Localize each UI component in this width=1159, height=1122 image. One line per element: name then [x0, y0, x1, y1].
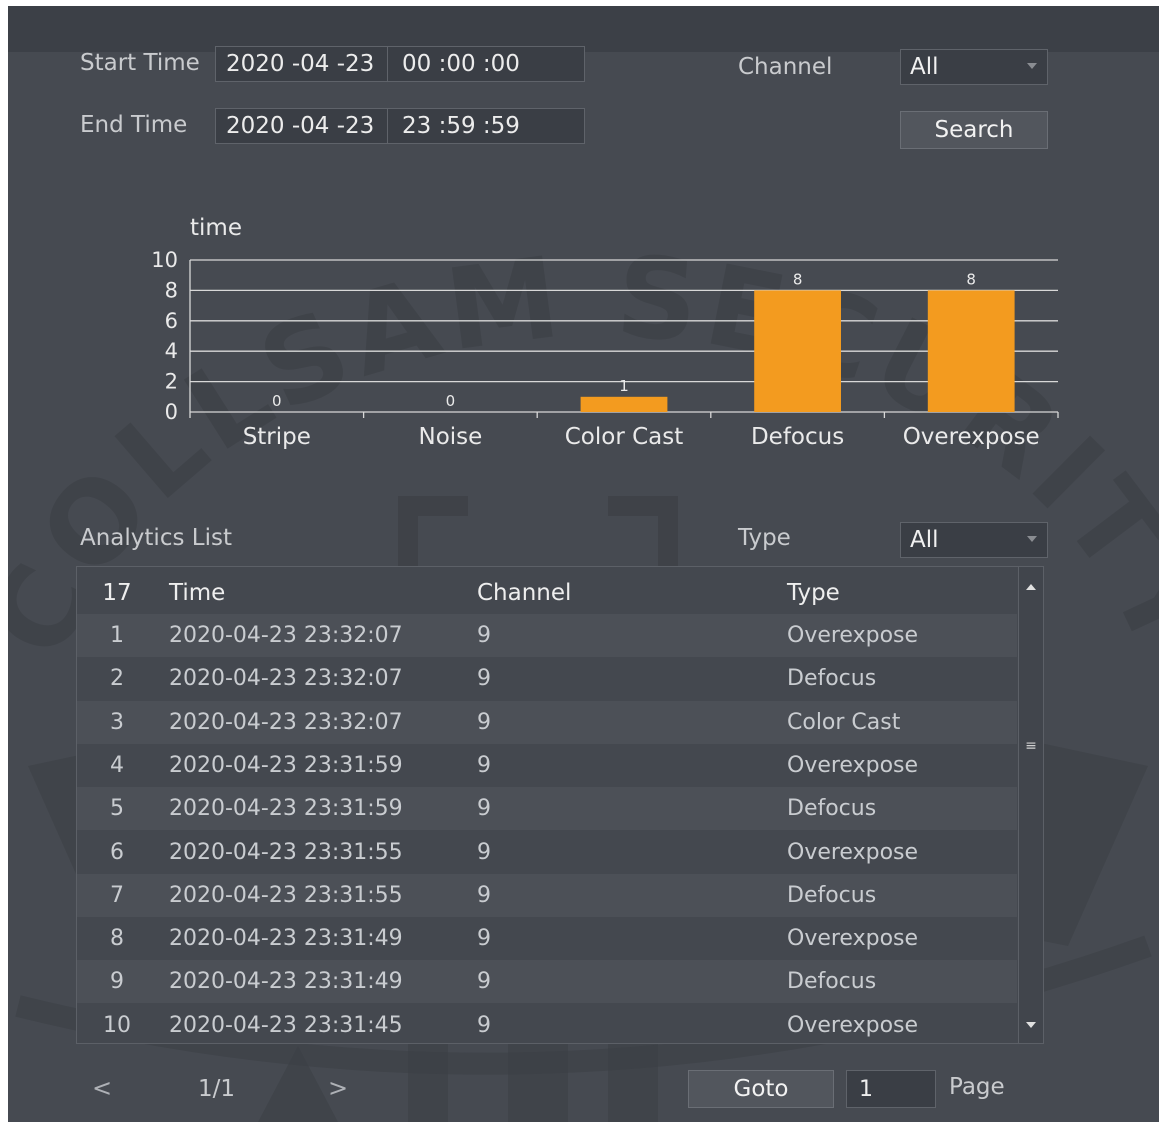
table-header: 17 Time Channel Type — [77, 571, 1017, 614]
table-row[interactable]: 6 2020-04-23 23:31:55 9 Overexpose — [77, 831, 1017, 874]
row-channel: 9 — [477, 969, 491, 995]
category-label: Noise — [418, 424, 482, 450]
row-count: 17 — [102, 580, 132, 606]
row-index: 8 — [110, 926, 124, 952]
bar-value-label: 8 — [793, 270, 803, 288]
category-label: Color Cast — [565, 424, 684, 450]
page-label: Page — [949, 1074, 1005, 1100]
column-header-channel[interactable]: Channel — [477, 580, 571, 606]
row-channel: 9 — [477, 796, 491, 822]
bar — [927, 290, 1015, 412]
row-time: 2020-04-23 23:31:55 — [169, 882, 403, 908]
bar-value-label: 0 — [446, 392, 456, 410]
row-index: 7 — [110, 882, 124, 908]
row-type: Overexpose — [787, 623, 919, 648]
y-tick-label: 4 — [165, 339, 178, 363]
page-indicator: 1/1 — [198, 1076, 236, 1102]
row-channel: 9 — [477, 666, 491, 692]
row-time: 2020-04-23 23:32:07 — [169, 666, 403, 692]
row-type: Defocus — [787, 666, 877, 692]
row-time: 2020-04-23 23:31:49 — [169, 926, 403, 952]
table-row[interactable]: 2 2020-04-23 23:32:07 9 Defocus — [77, 657, 1017, 700]
row-type: Defocus — [787, 882, 877, 908]
table-row[interactable]: 8 2020-04-23 23:31:49 9 Overexpose — [77, 917, 1017, 960]
row-index: 3 — [110, 709, 124, 735]
row-index: 1 — [110, 623, 124, 648]
row-type: Overexpose — [787, 1012, 919, 1038]
type-select-value: All — [910, 527, 939, 553]
row-type: Color Cast — [787, 709, 901, 735]
row-time: 2020-04-23 23:31:55 — [169, 839, 403, 865]
row-type: Defocus — [787, 969, 877, 995]
chevron-down-icon — [1027, 536, 1037, 542]
row-index: 5 — [110, 796, 124, 822]
bar — [754, 290, 841, 412]
goto-page-input[interactable]: 1 — [846, 1070, 936, 1108]
table-row[interactable]: 5 2020-04-23 23:31:59 9 Defocus — [77, 787, 1017, 831]
row-index: 4 — [110, 752, 124, 778]
y-tick-label: 8 — [165, 278, 178, 302]
row-index: 9 — [110, 969, 124, 995]
bar-value-label: 8 — [966, 270, 976, 288]
type-select[interactable]: All — [900, 522, 1048, 558]
analytics-table[interactable]: 17 Time Channel Type 1 2020-04-23 23:32:0… — [76, 566, 1044, 1044]
row-channel: 9 — [477, 752, 491, 778]
y-tick-label: 10 — [151, 248, 178, 272]
row-type: Overexpose — [787, 926, 919, 952]
category-label: Stripe — [243, 424, 311, 450]
next-page-button[interactable]: > — [328, 1074, 348, 1102]
category-label: Overexpose — [903, 424, 1040, 450]
analytics-chart: time 0 2 4 6 8 10 0 Stripe 0 Noise 1 Color Cast 8 Def… — [151, 215, 1059, 450]
row-type: Defocus — [787, 796, 877, 822]
y-tick-label: 0 — [165, 400, 178, 424]
row-channel: 9 — [477, 926, 491, 952]
row-index: 6 — [110, 839, 124, 865]
row-channel: 9 — [477, 839, 491, 865]
goto-button[interactable]: Goto — [688, 1070, 834, 1108]
column-header-type[interactable]: Type — [787, 580, 840, 606]
bar — [580, 396, 668, 412]
column-header-time[interactable]: Time — [169, 580, 225, 606]
scroll-up-icon[interactable] — [1026, 584, 1036, 590]
row-channel: 9 — [477, 623, 491, 648]
table-row[interactable]: 7 2020-04-23 23:31:55 9 Defocus — [77, 873, 1017, 917]
table-row[interactable]: 1 2020-04-23 23:32:07 9 Overexpose — [77, 614, 1017, 657]
row-channel: 9 — [477, 709, 491, 735]
row-type: Overexpose — [787, 839, 919, 865]
row-channel: 9 — [477, 882, 491, 908]
analytics-screen: COLLSAM SECURITY Start Time 2020 -04 -23… — [8, 6, 1159, 1122]
row-index: 10 — [103, 1012, 131, 1038]
row-channel: 9 — [477, 1012, 491, 1038]
bar-value-label: 0 — [272, 392, 282, 410]
row-time: 2020-04-23 23:31:59 — [169, 752, 403, 778]
scroll-down-icon[interactable] — [1026, 1022, 1036, 1028]
scroll-grip-icon[interactable]: ≡ — [1025, 739, 1037, 753]
chart-y-label: time — [190, 215, 242, 241]
y-tick-label: 6 — [165, 309, 178, 333]
analytics-list-title: Analytics List — [80, 525, 232, 551]
row-time: 2020-04-23 23:32:07 — [169, 709, 403, 735]
table-row[interactable]: 9 2020-04-23 23:31:49 9 Defocus — [77, 960, 1017, 1004]
list-scrollbar[interactable]: ≡ — [1018, 567, 1043, 1043]
y-tick-label: 2 — [165, 370, 178, 394]
row-time: 2020-04-23 23:31:49 — [169, 969, 403, 995]
prev-page-button[interactable]: < — [92, 1074, 112, 1102]
bar-value-label: 1 — [619, 377, 629, 395]
table-row[interactable]: 10 2020-04-23 23:31:45 9 Overexpose — [77, 1004, 1017, 1047]
table-row[interactable]: 4 2020-04-23 23:31:59 9 Overexpose — [77, 744, 1017, 787]
row-time: 2020-04-23 23:31:59 — [169, 796, 403, 822]
category-label: Defocus — [751, 424, 844, 450]
row-time: 2020-04-23 23:31:45 — [169, 1012, 403, 1038]
row-index: 2 — [110, 666, 124, 692]
table-row[interactable]: 3 2020-04-23 23:32:07 9 Color Cast — [77, 700, 1017, 744]
row-time: 2020-04-23 23:32:07 — [169, 623, 403, 648]
type-filter-label: Type — [738, 525, 791, 551]
row-type: Overexpose — [787, 752, 919, 778]
